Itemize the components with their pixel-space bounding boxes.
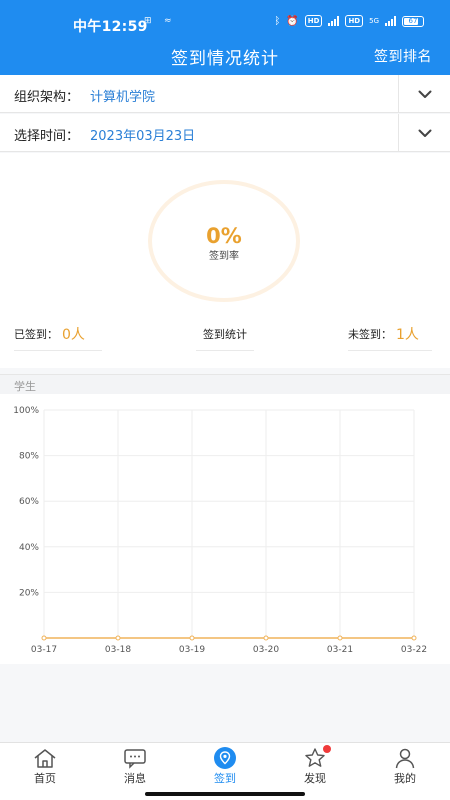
- org-dropdown-button[interactable]: [398, 75, 450, 113]
- tab-home[interactable]: 首页: [0, 743, 90, 800]
- signed-label: 已签到：: [14, 327, 58, 341]
- time-filter-row[interactable]: 选择时间： 2023年03月23日: [0, 114, 450, 152]
- y-tick-label: 100%: [13, 406, 39, 416]
- time-dropdown-button[interactable]: [398, 114, 450, 152]
- location-pin-icon: [214, 747, 236, 769]
- unsigned-label: 未签到：: [348, 327, 392, 341]
- org-filter-row[interactable]: 组织架构： 计算机学院: [0, 75, 450, 113]
- tab-messages-label: 消息: [124, 772, 146, 785]
- alarm-icon: ⏰: [286, 15, 299, 27]
- hd-badge-icon: HD: [304, 15, 323, 27]
- tab-home-label: 首页: [34, 772, 56, 785]
- network-type: 5G: [369, 17, 379, 25]
- line-chart: 20% 40% 60% 80% 100% 03-17 03-18 03-19 03-20 03-2…: [13, 406, 427, 655]
- data-point: [115, 635, 121, 641]
- home-indicator: [145, 792, 305, 796]
- chevron-down-icon: [418, 90, 431, 98]
- tab-profile[interactable]: 我的: [360, 743, 450, 800]
- tab-profile-label: 我的: [394, 772, 416, 785]
- sign-in-rate-label: 签到率: [209, 251, 239, 262]
- signed-stat[interactable]: 已签到： 0人: [14, 323, 102, 351]
- data-point: [263, 635, 269, 641]
- home-icon: [34, 749, 56, 768]
- sign-in-rate-value: 0%: [206, 224, 242, 248]
- wifi-small-icon: ≈: [164, 16, 172, 26]
- x-tick-label: 03-19: [179, 645, 205, 655]
- status-time: 中午12:59: [73, 19, 148, 35]
- x-tick-label: 03-21: [327, 645, 353, 655]
- user-icon: [395, 748, 415, 769]
- signal-icon: [328, 16, 340, 26]
- status-right-icons: ᛒ ⏰ HD HD 5G 67: [274, 15, 424, 27]
- tab-sign-in-label: 签到: [214, 772, 236, 785]
- y-tick-label: 20%: [19, 588, 39, 598]
- signal-icon: [385, 16, 396, 26]
- org-value[interactable]: 计算机学院: [90, 86, 155, 105]
- navbar: 签到情况统计 签到排名: [0, 40, 450, 75]
- y-tick-label: 60%: [19, 497, 39, 507]
- org-label: 组织架构：: [14, 90, 80, 105]
- rank-button[interactable]: 签到排名: [374, 46, 432, 66]
- unsigned-count: 1人: [396, 326, 419, 343]
- section-header: 学生: [0, 374, 450, 394]
- data-point: [411, 635, 417, 641]
- section-title: 学生: [14, 380, 36, 393]
- sign-in-summary-card: 0% 签到率 已签到： 0人 签到统计 未签到： 1人: [0, 153, 450, 368]
- time-value[interactable]: 2023年03月23日: [90, 125, 195, 144]
- tab-discover-label: 发现: [304, 772, 326, 785]
- y-tick-label: 40%: [19, 543, 39, 553]
- bluetooth-icon: ᛒ: [274, 15, 281, 27]
- status-bar: 中午12:59 ⊞ ≈ ᛒ ⏰ HD HD 5G 67: [0, 0, 450, 40]
- unsigned-stat[interactable]: 未签到： 1人: [348, 323, 432, 351]
- data-point: [337, 635, 343, 641]
- signed-count: 0人: [62, 326, 85, 343]
- sign-in-stats-label: 签到统计: [196, 323, 254, 351]
- battery-icon: 67: [402, 15, 424, 27]
- sign-in-rate-ring: 0% 签到率: [148, 180, 300, 302]
- message-icon: [124, 749, 146, 769]
- data-point: [41, 635, 47, 641]
- attendance-chart: 20% 40% 60% 80% 100% 03-17 03-18 03-19 03-20 03-2…: [0, 394, 450, 664]
- hd-badge-icon: HD: [345, 15, 364, 27]
- notification-icon: ⊞: [144, 16, 152, 26]
- data-point: [189, 635, 195, 641]
- x-tick-label: 03-20: [253, 645, 279, 655]
- x-tick-label: 03-22: [401, 645, 427, 655]
- y-tick-label: 80%: [19, 452, 39, 462]
- notification-dot-icon: [323, 745, 331, 753]
- time-label: 选择时间：: [14, 129, 80, 144]
- x-tick-label: 03-17: [31, 645, 57, 655]
- x-tick-label: 03-18: [105, 645, 131, 655]
- chevron-down-icon: [418, 129, 431, 137]
